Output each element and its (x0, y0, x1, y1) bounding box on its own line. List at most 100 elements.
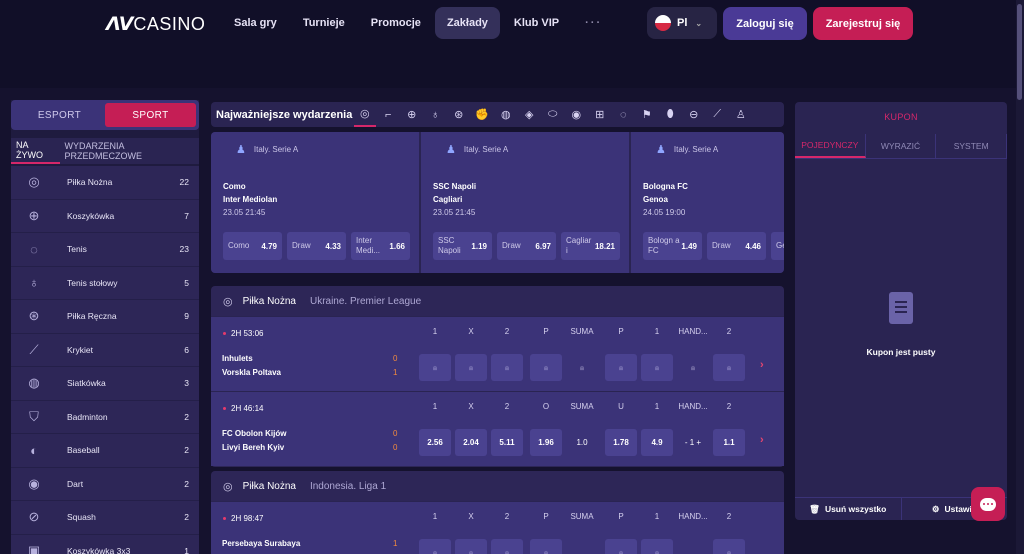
nav-sala-gry[interactable]: Sala gry (222, 7, 289, 39)
dart-icon[interactable]: ◉ (566, 102, 588, 127)
match-row[interactable]: 2H 53:06 Inhulets Vorskla Poltava 0 1 1 … (211, 316, 784, 391)
odd-name: Cagliar i (566, 236, 592, 255)
match-row[interactable]: 2H 98:47 Persebaya Surabaya 1 1 X 2 P SU… (211, 501, 784, 554)
snooker-icon[interactable]: ◈ (519, 102, 541, 127)
odd-button-away[interactable]: Ge (771, 232, 784, 260)
market-header: 1 (432, 402, 438, 411)
sport-name: Tenis (67, 244, 87, 255)
table-tennis-icon[interactable]: ♁ (425, 102, 447, 127)
sport-item-tenis-stolowy[interactable]: ♁ Tenis stołowy 5 (11, 266, 199, 300)
american-football-icon[interactable]: ⬮ (660, 102, 682, 127)
odd-button-away[interactable]: Inter Medi... 1.66 (351, 232, 410, 260)
sport-name: Krykiet (67, 344, 93, 355)
market-header: P (618, 512, 624, 521)
language-select[interactable]: Pl ⌄ (647, 7, 717, 39)
login-button[interactable]: Zaloguj się (723, 7, 807, 40)
nav-klub-vip[interactable]: Klub VIP (502, 7, 571, 39)
sport-item-baseball[interactable]: ◐ Baseball 2 (11, 434, 199, 468)
odd-button-draw[interactable]: Draw 4.33 (287, 232, 346, 260)
odd-button-draw[interactable]: Draw 4.46 (707, 232, 766, 260)
sport-count: 5 (184, 277, 189, 288)
odd-button[interactable]: 5.11 (491, 429, 523, 456)
lock-icon: 🔒︎ (419, 539, 451, 554)
soccer-icon[interactable]: ◎ (354, 102, 376, 127)
athletics-icon[interactable]: ♙ (730, 102, 752, 127)
sport-count: 1 (184, 545, 189, 554)
match-row[interactable]: 2H 46:14 FC Obolon Kijów Livyi Bereh Kyi… (211, 391, 784, 466)
odd-button[interactable]: 2.04 (455, 429, 487, 456)
sport-item-pilka-nozna[interactable]: ◎ Piłka Nożna 22 (11, 166, 199, 200)
market-header: HAND... (678, 327, 708, 336)
featured-card[interactable]: ♟ Italy. Serie A SSC Napoli Cagliari 23.0… (421, 132, 629, 273)
more-menu-icon[interactable]: ··· (573, 7, 614, 39)
casino-logo[interactable]: ᐱV CASINO (106, 13, 205, 35)
volleyball-icon[interactable]: ◍ (495, 102, 517, 127)
register-button[interactable]: Zarejestruj się (813, 7, 913, 40)
sport-name: Badminton (67, 411, 108, 422)
odd-button[interactable]: 2.56 (419, 429, 451, 456)
tab-system[interactable]: SYSTEM (936, 134, 1008, 158)
sport-name: Squash (67, 512, 96, 523)
odd-button-draw[interactable]: Draw 6.97 (497, 232, 556, 260)
sport-item-koszykowka[interactable]: ⊕ Koszykówka 7 (11, 199, 199, 233)
tab-express[interactable]: WYRAZIĆ (866, 134, 937, 158)
logo-text: CASINO (133, 13, 206, 34)
sport-item-tenis[interactable]: ◌ Tenis 23 (11, 233, 199, 267)
golf-icon[interactable]: ⚑ (636, 102, 658, 127)
score-home: 0 (393, 354, 398, 363)
odd-button[interactable]: 1.1 (713, 429, 745, 456)
bet-slip-title: KUPON (884, 112, 918, 122)
sport-item-krykiet[interactable]: ⟋ Krykiet 6 (11, 333, 199, 367)
featured-card[interactable]: ♟ Italy. Serie A Bologna FC Genoa 24.05 1… (631, 132, 784, 273)
odd-button-home[interactable]: Como 4.79 (223, 232, 282, 260)
nav-promocje[interactable]: Promocje (359, 7, 433, 39)
nav-turnieje[interactable]: Turnieje (291, 7, 357, 39)
sport-item-koszykowka-3x3[interactable]: ▣ Koszykówka 3x3 1 (11, 534, 199, 554)
tab-single[interactable]: POJEDYNCZY (795, 134, 866, 158)
odd-button[interactable]: 4.9 (641, 429, 673, 456)
sport-filter-icons: ◎ ⌐ ⊕ ♁ ⊛ ✊ ◍ ◈ ⬭ ◉ ⊞ ◌ ⚑ ⬮ ⊖ ⟋ ♙ (354, 102, 752, 127)
sport-item-squash[interactable]: ⊘ Squash 2 (11, 501, 199, 535)
odd-button[interactable]: 1.96 (530, 429, 562, 456)
odd-button-away[interactable]: Cagliar i 18.21 (561, 232, 620, 260)
featured-card[interactable]: ♟ Italy. Serie A Como Inter Mediolan 23.0… (211, 132, 419, 273)
futsal-icon[interactable]: ⊞ (589, 102, 611, 127)
market-header: 1 (654, 512, 660, 521)
sport-item-pilka-reczna[interactable]: ⊛ Piłka Ręczna 9 (11, 300, 199, 334)
sport-name: Koszykówka (67, 210, 115, 221)
odd-value: 4.33 (325, 241, 341, 251)
aussie-rules-icon[interactable]: ⊖ (683, 102, 705, 127)
chevron-right-icon[interactable]: › (760, 359, 764, 371)
odd-button-home[interactable]: Bologn a FC 1.49 (643, 232, 702, 260)
rugby-icon[interactable]: ⬭ (542, 102, 564, 127)
sport-item-dart[interactable]: ◉ Dart 2 (11, 467, 199, 501)
nav-zaklady[interactable]: Zakłady (434, 7, 500, 39)
league-block-header[interactable]: ◎ Piłka Nożna Ukraine. Premier League (211, 286, 784, 316)
page-scrollbar-thumb[interactable] (1017, 4, 1022, 100)
odd-name: Bologn a FC (648, 236, 680, 255)
market-header: U (618, 402, 624, 411)
match-time: 2H 46:14 (231, 404, 264, 413)
tab-live[interactable]: NA ŻYWO (11, 138, 60, 164)
tab-prematch[interactable]: WYDARZENIA PRZEDMECZOWE (60, 138, 199, 164)
cricket-icon[interactable]: ⟋ (707, 102, 729, 127)
chevron-right-icon[interactable]: › (760, 434, 764, 446)
handball-icon[interactable]: ⊛ (448, 102, 470, 127)
odd-name: Draw (502, 241, 521, 250)
sport-item-badminton[interactable]: ⛉ Badminton 2 (11, 400, 199, 434)
basketball-icon[interactable]: ⊕ (401, 102, 423, 127)
boxing-icon[interactable]: ✊ (472, 102, 494, 127)
clear-all-button[interactable]: 🗑︎ Usuń wszystko (795, 498, 902, 520)
sport-list: ◎ Piłka Nożna 22 ⊕ Koszykówka 7 ◌ Tenis 23 ♁ Te… (11, 166, 199, 554)
sport-toggle[interactable]: SPORT (105, 103, 196, 127)
league-block-header[interactable]: ◎ Piłka Nożna Indonesia. Liga 1 (211, 471, 784, 501)
trash-icon: 🗑︎ (809, 503, 820, 514)
hockey-icon[interactable]: ⌐ (378, 102, 400, 127)
esport-toggle[interactable]: ESPORT (14, 103, 105, 127)
tennis-icon[interactable]: ◌ (613, 102, 635, 127)
odd-button[interactable]: 1.78 (605, 429, 637, 456)
odd-button-home[interactable]: SSC Napoli 1.19 (433, 232, 492, 260)
team-away: Livyi Bereh Kyiv (222, 443, 285, 452)
sport-item-siatkowka[interactable]: ◍ Siatkówka 3 (11, 367, 199, 401)
chat-button[interactable] (971, 487, 1005, 521)
